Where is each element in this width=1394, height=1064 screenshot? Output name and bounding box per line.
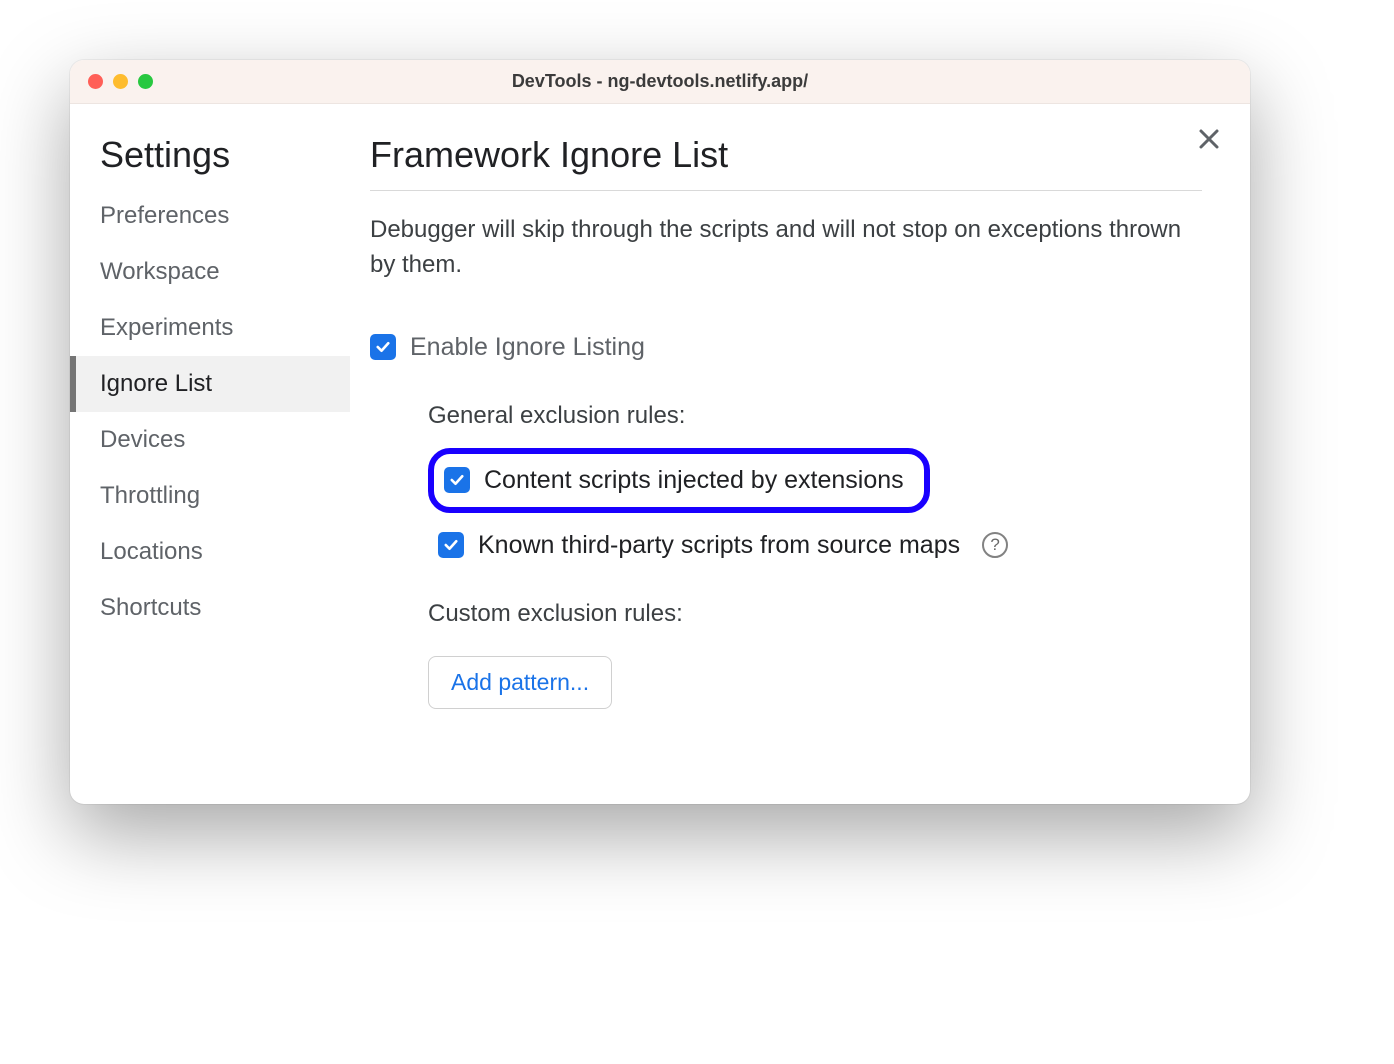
enable-ignore-listing-row[interactable]: Enable Ignore Listing [370, 333, 1202, 362]
traffic-lights [70, 74, 153, 89]
add-pattern-button[interactable]: Add pattern... [428, 656, 612, 709]
window-minimize-button[interactable] [113, 74, 128, 89]
sidebar-item-locations[interactable]: Locations [70, 524, 350, 580]
sidebar-item-workspace[interactable]: Workspace [70, 244, 350, 300]
enable-ignore-listing-label: Enable Ignore Listing [410, 333, 645, 362]
sidebar: Settings Preferences Workspace Experimen… [70, 104, 350, 804]
main-panel: Framework Ignore List Debugger will skip… [350, 104, 1250, 804]
general-rules-heading: General exclusion rules: [428, 402, 1202, 430]
content-scripts-label: Content scripts injected by extensions [484, 466, 904, 495]
settings-window: DevTools - ng-devtools.netlify.app/ Sett… [70, 60, 1250, 804]
content-scripts-checkbox[interactable] [444, 467, 470, 493]
titlebar: DevTools - ng-devtools.netlify.app/ [70, 60, 1250, 104]
page-description: Debugger will skip through the scripts a… [370, 213, 1202, 283]
help-icon[interactable]: ? [982, 532, 1008, 558]
highlighted-content-scripts-rule: Content scripts injected by extensions [428, 448, 930, 513]
window-maximize-button[interactable] [138, 74, 153, 89]
sidebar-item-shortcuts[interactable]: Shortcuts [70, 580, 350, 636]
sidebar-item-devices[interactable]: Devices [70, 412, 350, 468]
enable-ignore-listing-checkbox[interactable] [370, 334, 396, 360]
sidebar-item-throttling[interactable]: Throttling [70, 468, 350, 524]
third-party-label: Known third-party scripts from source ma… [478, 531, 960, 560]
sidebar-item-experiments[interactable]: Experiments [70, 300, 350, 356]
content-area: Settings Preferences Workspace Experimen… [70, 104, 1250, 804]
window-title: DevTools - ng-devtools.netlify.app/ [70, 71, 1250, 92]
third-party-scripts-row[interactable]: Known third-party scripts from source ma… [428, 531, 1202, 560]
sidebar-item-ignore-list[interactable]: Ignore List [70, 356, 350, 412]
window-close-button[interactable] [88, 74, 103, 89]
sidebar-title: Settings [70, 134, 350, 188]
sidebar-item-preferences[interactable]: Preferences [70, 188, 350, 244]
close-icon[interactable] [1198, 126, 1220, 156]
page-title: Framework Ignore List [370, 134, 1202, 191]
custom-rules-heading: Custom exclusion rules: [428, 600, 1202, 628]
third-party-checkbox[interactable] [438, 532, 464, 558]
